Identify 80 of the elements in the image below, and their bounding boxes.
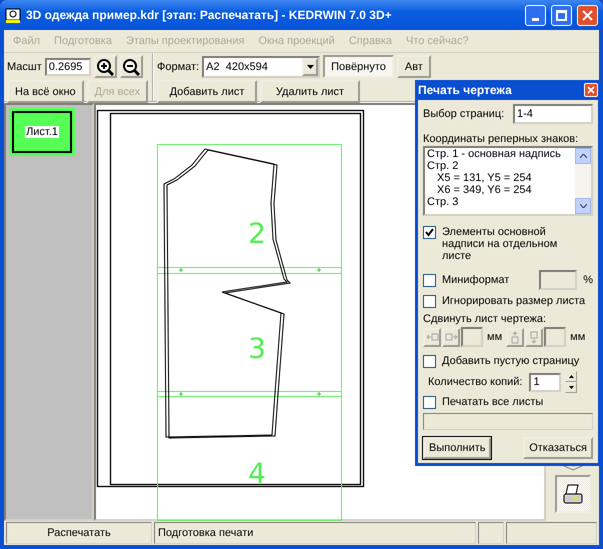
print-button[interactable] <box>554 475 590 513</box>
list-line: X5 = 131, Y5 = 254 <box>436 172 533 184</box>
close-button[interactable] <box>577 4 598 26</box>
auto-button[interactable]: Авт <box>396 55 431 78</box>
shift-button[interactable] <box>423 328 441 346</box>
shift-button[interactable] <box>506 328 524 346</box>
arrow-up-icon <box>510 330 520 344</box>
spinner[interactable] <box>565 371 578 393</box>
unit-label: мм <box>487 331 502 343</box>
list-line: Стр. 2 <box>427 160 460 172</box>
scale-field[interactable]: 0.2695 <box>44 58 91 76</box>
checkbox-label: Элементы основной надписи на отдельном листе <box>442 226 558 262</box>
scrollbar[interactable] <box>575 148 591 214</box>
zoom-out-icon <box>122 58 140 76</box>
checkbox[interactable] <box>423 226 436 239</box>
registration-mark <box>178 268 184 272</box>
registration-mark <box>316 268 322 272</box>
registration-mark <box>316 392 322 396</box>
zoom-out-button[interactable] <box>120 55 143 78</box>
list-line: Стр. 1 - основная надпись <box>427 148 562 160</box>
shift-x-field[interactable] <box>461 327 483 347</box>
pages-label: Выбор страниц: <box>423 108 504 120</box>
chevron-down-icon <box>580 204 586 208</box>
zoom-in-button[interactable] <box>94 55 117 78</box>
close-button[interactable] <box>584 83 598 97</box>
checkbox[interactable] <box>423 396 436 409</box>
close-icon <box>582 10 593 20</box>
arrow-down-icon <box>529 330 540 344</box>
close-icon <box>587 86 595 94</box>
list-line: X6 = 349, Y6 = 254 <box>436 184 533 196</box>
copies-field[interactable]: 1 <box>529 372 562 392</box>
shift-label: Сдвинуть лист чертежа: <box>423 313 548 325</box>
checkbox[interactable] <box>423 355 436 368</box>
pages-field[interactable]: 1-4 <box>513 104 593 124</box>
copies-label: Количество копий: <box>428 376 522 388</box>
shift-y-field[interactable] <box>544 327 566 347</box>
checkbox[interactable] <box>423 295 436 308</box>
status-field: Подготовка печати <box>154 522 476 544</box>
minimize-button[interactable] <box>525 4 546 26</box>
arrow-right-icon <box>444 332 458 342</box>
rotated-button[interactable]: Повёрнуто <box>323 55 394 78</box>
list-line: Стр. 3 <box>427 196 460 208</box>
window-title: 3D одежда пример.kdr [этап: Распечатать] - KEDRWIN 7.0 3D+ <box>26 8 393 22</box>
fit-window-button[interactable]: На всё окно <box>7 80 84 103</box>
page-number: 3 <box>248 332 266 365</box>
percent-unit: % <box>583 274 593 286</box>
checkbox[interactable] <box>423 274 436 286</box>
maximize-button[interactable] <box>551 4 572 26</box>
checkbox-label: Миниформат <box>442 274 510 286</box>
scale-label: Масшт <box>7 60 42 72</box>
app-icon <box>5 7 21 23</box>
chevron-up-icon <box>580 154 586 158</box>
page-number: 4 <box>248 457 266 490</box>
dialog-button[interactable]: Выполнить <box>423 437 492 459</box>
printer-icon <box>562 484 584 504</box>
sheet-thumbnail[interactable]: Лист.1 <box>12 111 72 153</box>
arrow-left-icon <box>426 332 438 342</box>
page-number: 2 <box>248 217 266 250</box>
format-label: Формат: <box>157 60 200 72</box>
sheet-label: Лист.1 <box>25 126 59 138</box>
checkbox-label: Добавить пустую страницу <box>442 355 580 367</box>
format-dropdown[interactable]: A2 420x594 <box>202 56 320 78</box>
shift-button[interactable] <box>525 328 544 346</box>
add-sheet-button[interactable]: Добавить лист <box>157 80 257 103</box>
delete-sheet-button[interactable]: Удалить лист <box>260 80 360 103</box>
unit-label: мм <box>570 331 586 343</box>
percent-field[interactable] <box>539 270 578 290</box>
status-field: Распечатать <box>6 522 152 544</box>
maximize-icon <box>556 10 567 20</box>
caret-icon <box>306 64 314 68</box>
dialog-button[interactable]: Отказаться <box>523 437 593 459</box>
checkbox-label: Печатать все листы <box>442 396 544 408</box>
marks-listbox[interactable]: Стр. 1 - основная надпись Стр. 2 X5 = 131, Y5 = 254 X6 = 349, Y6 = 254 Стр. 3 <box>423 146 593 216</box>
checkbox-label: Игнорировать размер листа <box>442 295 586 307</box>
zoom-in-icon <box>96 58 114 76</box>
minimize-icon <box>532 18 539 20</box>
shift-button[interactable] <box>442 328 460 346</box>
registration-mark <box>178 392 184 396</box>
marks-label: Координаты реперных знаков: <box>423 133 580 145</box>
dialog-title: Печать чертежа <box>418 83 512 97</box>
